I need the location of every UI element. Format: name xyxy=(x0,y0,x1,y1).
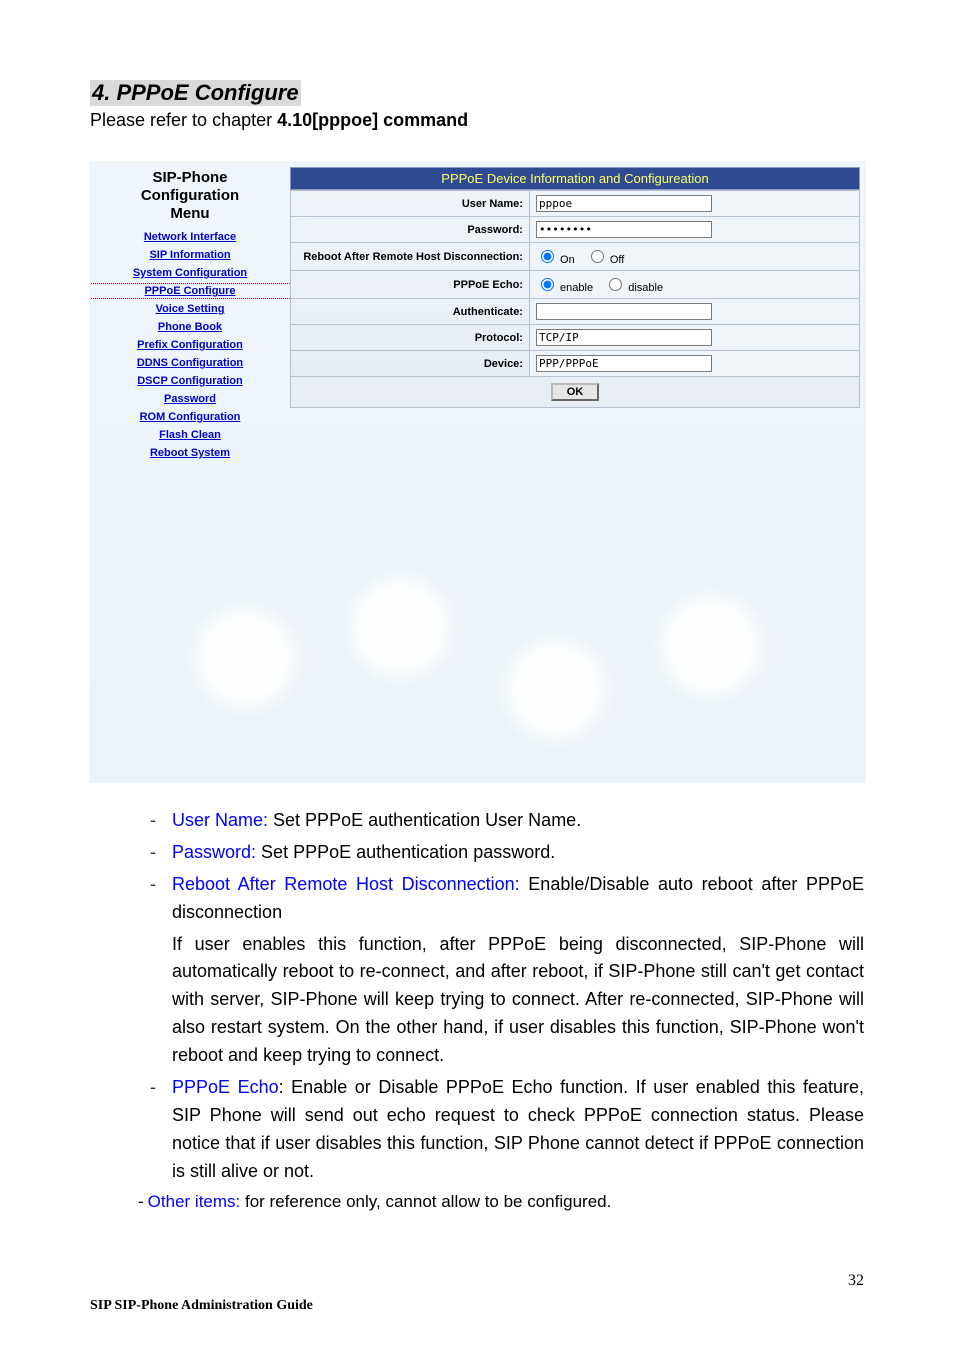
pppoe-config-screenshot: SIP-Phone Configuration Menu Network Int… xyxy=(90,161,866,783)
desc-pppoe-echo: PPPoE Echo: Enable or Disable PPPoE Echo… xyxy=(150,1074,864,1186)
term-pppoe-echo: PPPoE Echo xyxy=(172,1077,279,1097)
input-protocol[interactable] xyxy=(536,329,712,346)
content-panel: PPPoE Device Information and Configureat… xyxy=(290,167,860,408)
sidebar-item-rom-configuration[interactable]: ROM Configuration xyxy=(90,411,290,423)
reboot-extra-paragraph: If user enables this function, after PPP… xyxy=(172,931,864,1070)
intro-bold: 4.10[pppoe] command xyxy=(277,110,468,130)
sidebar-item-voice-setting[interactable]: Voice Setting xyxy=(90,303,290,315)
radio-reboot-on-wrap[interactable]: On xyxy=(536,254,575,266)
description-list: User Name: Set PPPoE authentication User… xyxy=(150,807,864,927)
row-authenticate: Authenticate: xyxy=(291,299,860,325)
row-pppoe-echo: PPPoE Echo: enable disable xyxy=(291,271,860,299)
label-authenticate: Authenticate: xyxy=(291,299,530,325)
radio-echo-enable[interactable] xyxy=(541,278,554,291)
input-password[interactable] xyxy=(536,221,712,238)
term-other-items: Other items: xyxy=(148,1192,241,1211)
sidebar-item-ddns-configuration[interactable]: DDNS Configuration xyxy=(90,357,290,369)
row-reboot-after-disconnect: Reboot After Remote Host Disconnection: … xyxy=(291,243,860,271)
label-password: Password: xyxy=(291,217,530,243)
sidebar-item-dscp-configuration[interactable]: DSCP Configuration xyxy=(90,375,290,387)
term-user-name: User Name: xyxy=(172,810,268,830)
row-password: Password: xyxy=(291,217,860,243)
input-authenticate[interactable] xyxy=(536,303,712,320)
label-protocol: Protocol: xyxy=(291,325,530,351)
panel-title: PPPoE Device Information and Configureat… xyxy=(290,167,860,190)
radio-echo-disable-wrap[interactable]: disable xyxy=(604,282,663,294)
row-protocol: Protocol: xyxy=(291,325,860,351)
sidebar-item-phone-book[interactable]: Phone Book xyxy=(90,321,290,333)
term-password: Password: xyxy=(172,842,256,862)
sidebar-item-sip-information[interactable]: SIP Information xyxy=(90,249,290,261)
sidebar-item-flash-clean[interactable]: Flash Clean xyxy=(90,429,290,441)
radio-echo-disable[interactable] xyxy=(609,278,622,291)
sidebar-title: SIP-Phone Configuration Menu xyxy=(96,169,284,223)
intro-line: Please refer to chapter 4.10[pppoe] comm… xyxy=(90,110,864,131)
radio-reboot-off[interactable] xyxy=(591,250,604,263)
text-user-name: Set PPPoE authentication User Name. xyxy=(268,810,581,830)
footer-text: SIP SIP-Phone Administration Guide xyxy=(90,1298,313,1314)
label-user-name: User Name: xyxy=(291,191,530,217)
radio-reboot-on[interactable] xyxy=(541,250,554,263)
desc-password: Password: Set PPPoE authentication passw… xyxy=(150,839,864,867)
page-number: 32 xyxy=(848,1272,864,1290)
radio-echo-enable-wrap[interactable]: enable xyxy=(536,282,593,294)
section-heading: 4. PPPoE Configure xyxy=(90,80,864,106)
section-title-text: 4. PPPoE Configure xyxy=(90,80,301,106)
other-items-line: -Other items: for reference only, cannot… xyxy=(138,1192,864,1212)
sidebar-item-reboot-system[interactable]: Reboot System xyxy=(90,447,290,459)
row-user-name: User Name: xyxy=(291,191,860,217)
intro-prefix: Please refer to chapter xyxy=(90,110,277,130)
sidebar-item-network-interface[interactable]: Network Interface xyxy=(90,231,290,243)
config-form-table: User Name: Password: Reboot After Remote… xyxy=(290,190,860,408)
text-other-items: for reference only, cannot allow to be c… xyxy=(240,1192,611,1211)
label-reboot: Reboot After Remote Host Disconnection: xyxy=(291,243,530,271)
desc-reboot: Reboot After Remote Host Disconnection: … xyxy=(150,871,864,927)
label-echo: PPPoE Echo: xyxy=(291,271,530,299)
term-reboot: Reboot After Remote Host Disconnection: xyxy=(172,874,520,894)
sidebar-item-system-configuration[interactable]: System Configuration xyxy=(90,267,290,279)
radio-reboot-off-wrap[interactable]: Off xyxy=(586,254,625,266)
label-device: Device: xyxy=(291,351,530,377)
sidebar-item-password[interactable]: Password xyxy=(90,393,290,405)
text-password: Set PPPoE authentication password. xyxy=(256,842,555,862)
sidebar-item-pppoe-configure[interactable]: PPPoE Configure xyxy=(90,285,290,297)
row-device: Device: xyxy=(291,351,860,377)
sidebar-item-prefix-configuration[interactable]: Prefix Configuration xyxy=(90,339,290,351)
input-device[interactable] xyxy=(536,355,712,372)
desc-user-name: User Name: Set PPPoE authentication User… xyxy=(150,807,864,835)
ok-button[interactable]: OK xyxy=(551,383,600,401)
input-user-name[interactable] xyxy=(536,195,712,212)
row-ok: OK xyxy=(291,377,860,408)
description-list-2: PPPoE Echo: Enable or Disable PPPoE Echo… xyxy=(150,1074,864,1186)
sidebar: SIP-Phone Configuration Menu Network Int… xyxy=(90,161,290,471)
